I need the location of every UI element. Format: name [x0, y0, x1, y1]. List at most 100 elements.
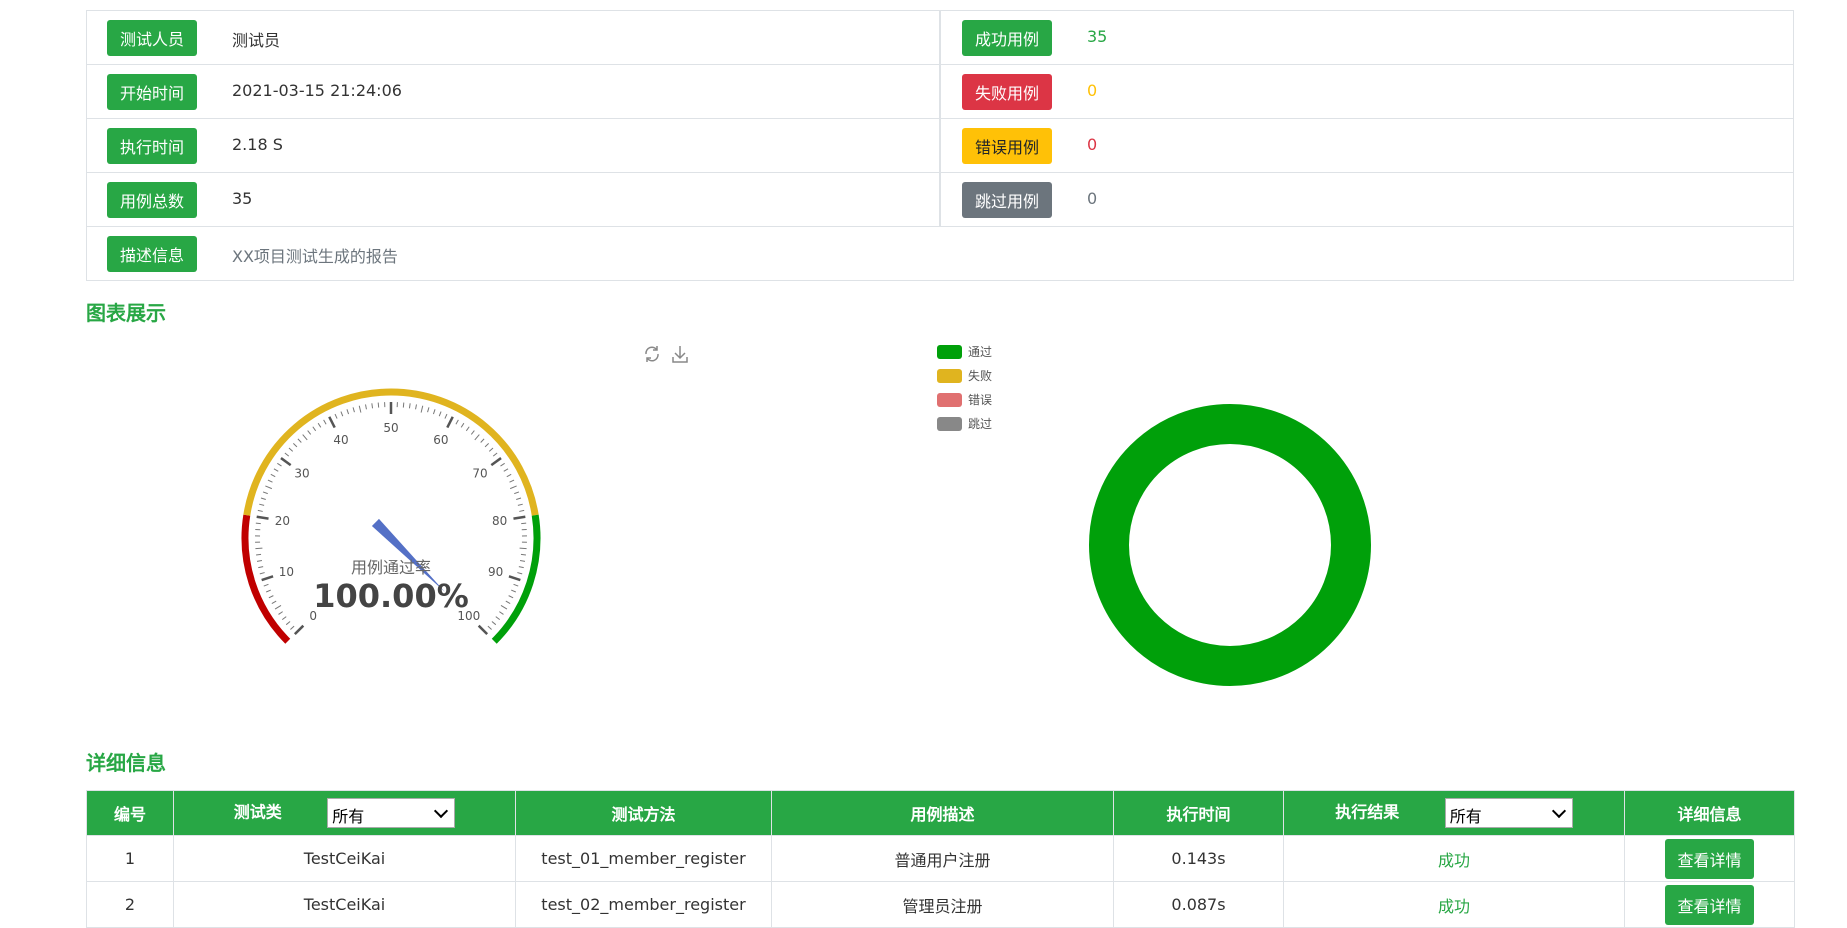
gauge-tick: [372, 403, 373, 408]
refresh-icon[interactable]: [642, 344, 662, 364]
gauge-tick: [260, 573, 265, 574]
gauge-tick: [257, 517, 269, 519]
gauge-tick: [279, 612, 283, 615]
gauge-tick: [308, 431, 311, 435]
summary-row: 开始时间 2021-03-15 21:24:06: [86, 64, 940, 119]
cell-time: 0.143s: [1114, 836, 1284, 882]
skipped-cases-label: 跳过用例: [962, 182, 1052, 218]
result-filter-value: 所有: [1450, 807, 1482, 826]
gauge-tick: [518, 504, 523, 505]
cell-method: test_01_member_register: [516, 836, 772, 882]
legend-item-skip[interactable]: 跳过: [937, 415, 992, 432]
gauge-tick: [492, 622, 496, 625]
gauge-tick: [461, 423, 464, 427]
skipped-cases-value: 0: [1087, 189, 1097, 208]
gauge-tick: [298, 439, 301, 443]
gauge-tick: [447, 417, 452, 428]
gauge-tick: [511, 590, 516, 592]
col-header-result: 执行结果 所有: [1284, 791, 1625, 836]
summary-row: 跳过用例 0: [940, 172, 1794, 227]
gauge-tick: [293, 443, 297, 446]
gauge-tick: [485, 443, 489, 446]
gauge-tick: [282, 617, 286, 620]
gauge-tick: [261, 498, 266, 499]
gauge-tick: [481, 439, 484, 443]
gauge-tick: [295, 626, 303, 634]
failed-cases-value: 0: [1087, 81, 1097, 100]
col-header-id: 编号: [87, 791, 174, 836]
gauge-tick-label: 20: [275, 514, 290, 528]
gauge-tick: [500, 463, 504, 466]
gauge-tick: [366, 404, 367, 409]
success-cases-label: 成功用例: [962, 20, 1052, 56]
gauge-tick-label: 50: [383, 421, 398, 435]
gauge-tick: [506, 601, 510, 603]
gauge-tick: [516, 498, 521, 499]
gauge-tick: [263, 492, 268, 494]
start-time-label: 开始时间: [107, 74, 197, 110]
legend-item-pass[interactable]: 通过: [937, 343, 992, 360]
summary-row: 测试人员 测试员: [86, 10, 940, 65]
view-details-button[interactable]: 查看详情: [1665, 839, 1753, 879]
gauge-tick: [335, 414, 337, 419]
gauge-tick: [275, 605, 281, 609]
gauge-tick-label: 60: [433, 433, 448, 447]
gauge-tick: [266, 590, 271, 592]
download-icon[interactable]: [670, 344, 690, 364]
gauge-tick-label: 90: [488, 565, 503, 579]
gauge-chart: 0102030405060708090100 用例通过率 100.00%: [200, 370, 600, 670]
summary-row: 用例总数 35: [86, 172, 940, 227]
gauge-tick: [456, 420, 458, 424]
gauge-tick: [466, 427, 469, 431]
view-details-button[interactable]: 查看详情: [1665, 885, 1753, 925]
gauge-tick: [324, 420, 326, 424]
cell-class: TestCeiKai: [174, 882, 516, 928]
gauge-tick: [290, 626, 294, 629]
gauge-tick: [514, 584, 519, 586]
gauge-tick: [359, 406, 361, 413]
cell-detail: 查看详情: [1625, 882, 1795, 928]
error-cases-label: 错误用例: [962, 128, 1052, 164]
gauge-tick: [433, 409, 435, 414]
donut-slice-1[interactable]: [1109, 424, 1351, 666]
gauge-tick: [264, 584, 269, 586]
cell-class: TestCeiKai: [174, 836, 516, 882]
tester-label: 测试人员: [107, 20, 197, 56]
charts-section-title: 图表展示: [86, 297, 166, 326]
cell-id: 1: [87, 836, 174, 882]
legend-label: 错误: [968, 391, 992, 408]
summary-row: 描述信息 XX项目测试生成的报告: [86, 226, 1794, 281]
gauge-tick: [479, 626, 487, 634]
gauge-tick: [521, 554, 526, 555]
gauge-tick: [509, 576, 520, 580]
summary-row: 执行时间 2.18 S: [86, 118, 940, 173]
legend-item-fail[interactable]: 失败: [937, 367, 992, 384]
description-label: 描述信息: [107, 236, 197, 272]
gauge-tick: [517, 573, 522, 574]
gauge-tick: [285, 453, 289, 456]
gauge-tick: [258, 567, 263, 568]
gauge-tick: [421, 406, 423, 413]
gauge-tick: [268, 480, 273, 482]
result-filter-select[interactable]: 所有: [1445, 798, 1573, 828]
gauge-tick: [520, 561, 525, 562]
gauge-tick-label: 80: [492, 514, 507, 528]
gauge-tick: [272, 601, 276, 603]
gauge-tick: [262, 576, 273, 580]
cell-desc: 普通用户注册: [772, 836, 1114, 882]
duration-value: 2.18 S: [232, 135, 283, 154]
class-filter-select[interactable]: 所有: [327, 798, 455, 828]
table-header-row: 编号 测试类 所有 测试方法 用例描述 执行时间 执行结果 所有 详细信息: [87, 791, 1795, 836]
duration-label: 执行时间: [107, 128, 197, 164]
gauge-tick: [439, 412, 441, 417]
col-header-time: 执行时间: [1114, 791, 1284, 836]
gauge-tick: [259, 504, 264, 505]
gauge-tick: [255, 548, 262, 549]
failed-cases-label: 失败用例: [962, 74, 1052, 110]
gauge-tick: [519, 567, 524, 568]
legend-item-error[interactable]: 错误: [937, 391, 992, 408]
tester-value: 测试员: [232, 27, 280, 51]
gauge-tick: [514, 492, 519, 494]
gauge-tick: [318, 423, 321, 427]
gauge-tick: [289, 448, 293, 451]
